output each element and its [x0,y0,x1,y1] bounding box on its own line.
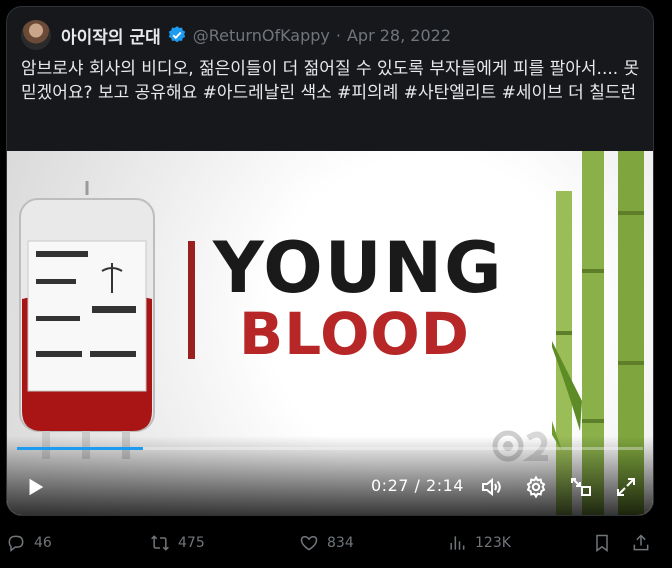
play-icon [29,478,44,496]
time-separator: / [414,476,421,495]
share-icon [633,534,649,551]
video-player[interactable]: YOUNG BLOOD 0:27 / 2:14 [7,151,653,515]
tweet-date[interactable]: Apr 28, 2022 [347,26,451,45]
verified-badge-icon [168,26,185,43]
picture-in-picture-icon [571,478,591,496]
tweet-header: 아이작의 군대 @ReturnOfKappy · Apr 28, 2022 [21,19,639,51]
fullscreen-button[interactable] [612,473,640,501]
current-time: 0:27 [371,476,409,495]
views-icon [450,536,465,550]
reply-icon [8,535,24,553]
reply-count: 46 [34,535,52,551]
title-accent-bar [188,241,195,359]
tweet-text: 암브로샤 회사의 비디오, 젊은이들이 더 젊어질 수 있도록 부자들에게 피를… [21,59,640,103]
retweet-count: 475 [178,535,205,551]
video-progress-fill [17,447,144,450]
views-button[interactable]: 123K [447,525,511,561]
video-title-line1: YOUNG [213,227,504,309]
like-count: 834 [327,535,354,551]
share-button[interactable] [631,525,651,561]
volume-button[interactable] [477,473,505,501]
view-count: 123K [475,535,511,551]
user-handle[interactable]: @ReturnOfKappy [193,26,330,45]
bookmark-icon [596,534,608,552]
display-name[interactable]: 아이작의 군대 [61,23,161,48]
quoted-tweet-card[interactable]: 아이작의 군대 @ReturnOfKappy · Apr 28, 2022 암브… [6,6,654,516]
video-title-line2: BLOOD [239,300,470,368]
bookmark-button[interactable] [592,525,612,561]
video-progress-bar[interactable] [17,447,643,450]
play-button[interactable] [21,473,49,501]
heart-icon [300,535,318,551]
volume-icon [482,477,501,497]
fullscreen-icon [617,478,635,496]
picture-in-picture-button[interactable] [567,473,595,501]
retweet-button[interactable]: 475 [150,525,205,561]
settings-button[interactable] [522,473,550,501]
duration: 2:14 [426,476,464,495]
separator-dot: · [335,25,341,45]
like-button[interactable]: 834 [299,525,354,561]
gear-icon [526,475,546,499]
avatar[interactable] [21,20,51,50]
tweet-action-bar: 46 475 834 123K [0,525,672,561]
blood-bag-image [19,181,155,459]
video-time: 0:27 / 2:14 [371,476,464,495]
retweet-icon [151,535,169,551]
reply-button[interactable]: 46 [6,525,52,561]
